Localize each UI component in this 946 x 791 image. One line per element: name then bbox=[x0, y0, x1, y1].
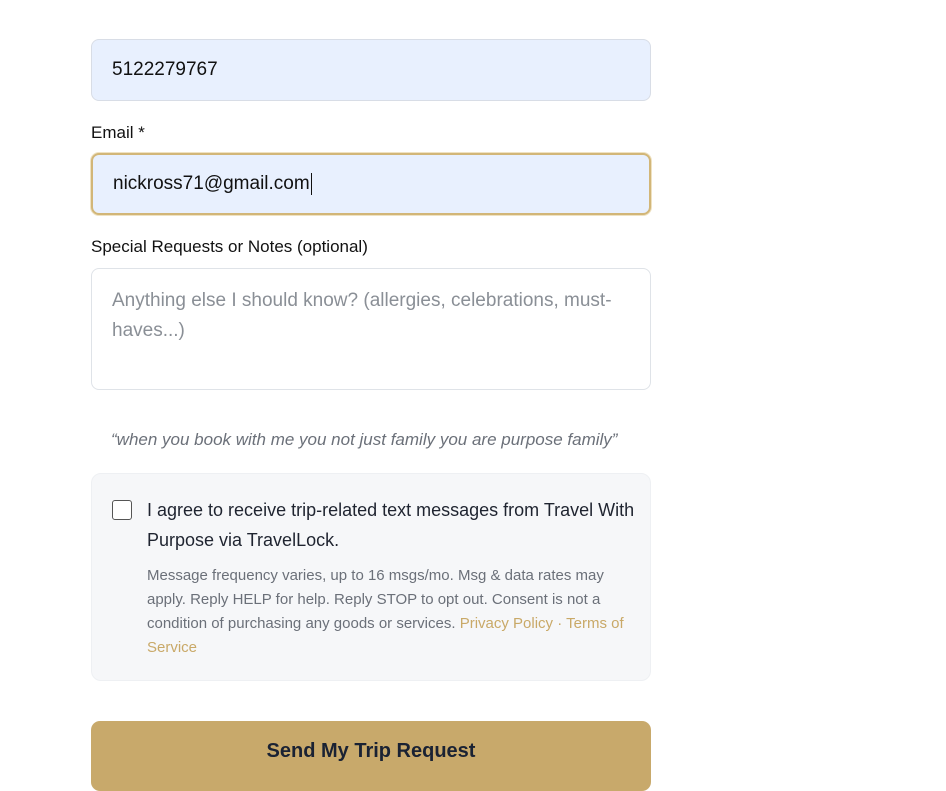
send-trip-request-button[interactable]: Send My Trip Request bbox=[91, 721, 651, 791]
notes-textarea[interactable]: Anything else I should know? (allergies,… bbox=[91, 268, 651, 390]
privacy-policy-link[interactable]: Privacy Policy bbox=[460, 615, 553, 632]
phone-input-value: 5122279767 bbox=[112, 59, 218, 80]
email-input-value: nickross71@gmail.com bbox=[113, 173, 310, 194]
text-caret bbox=[310, 173, 312, 195]
sms-consent-checkbox[interactable] bbox=[112, 500, 132, 520]
email-label: Email * bbox=[91, 123, 145, 142]
consent-fine-print: Message frequency varies, up to 16 msgs/… bbox=[147, 564, 637, 660]
testimonial-quote: “when you book with me you not just fami… bbox=[111, 430, 618, 449]
consent-text: I agree to receive trip-related text mes… bbox=[147, 500, 635, 550]
notes-placeholder: Anything else I should know? (allergies,… bbox=[112, 290, 612, 341]
notes-label: Special Requests or Notes (optional) bbox=[91, 237, 368, 256]
email-input[interactable]: nickross71@gmail.com bbox=[91, 153, 651, 215]
link-separator: · bbox=[557, 615, 563, 632]
sms-consent-box: I agree to receive trip-related text mes… bbox=[91, 473, 651, 681]
phone-input[interactable]: 5122279767 bbox=[91, 39, 651, 101]
send-trip-request-label: Send My Trip Request bbox=[266, 740, 476, 762]
